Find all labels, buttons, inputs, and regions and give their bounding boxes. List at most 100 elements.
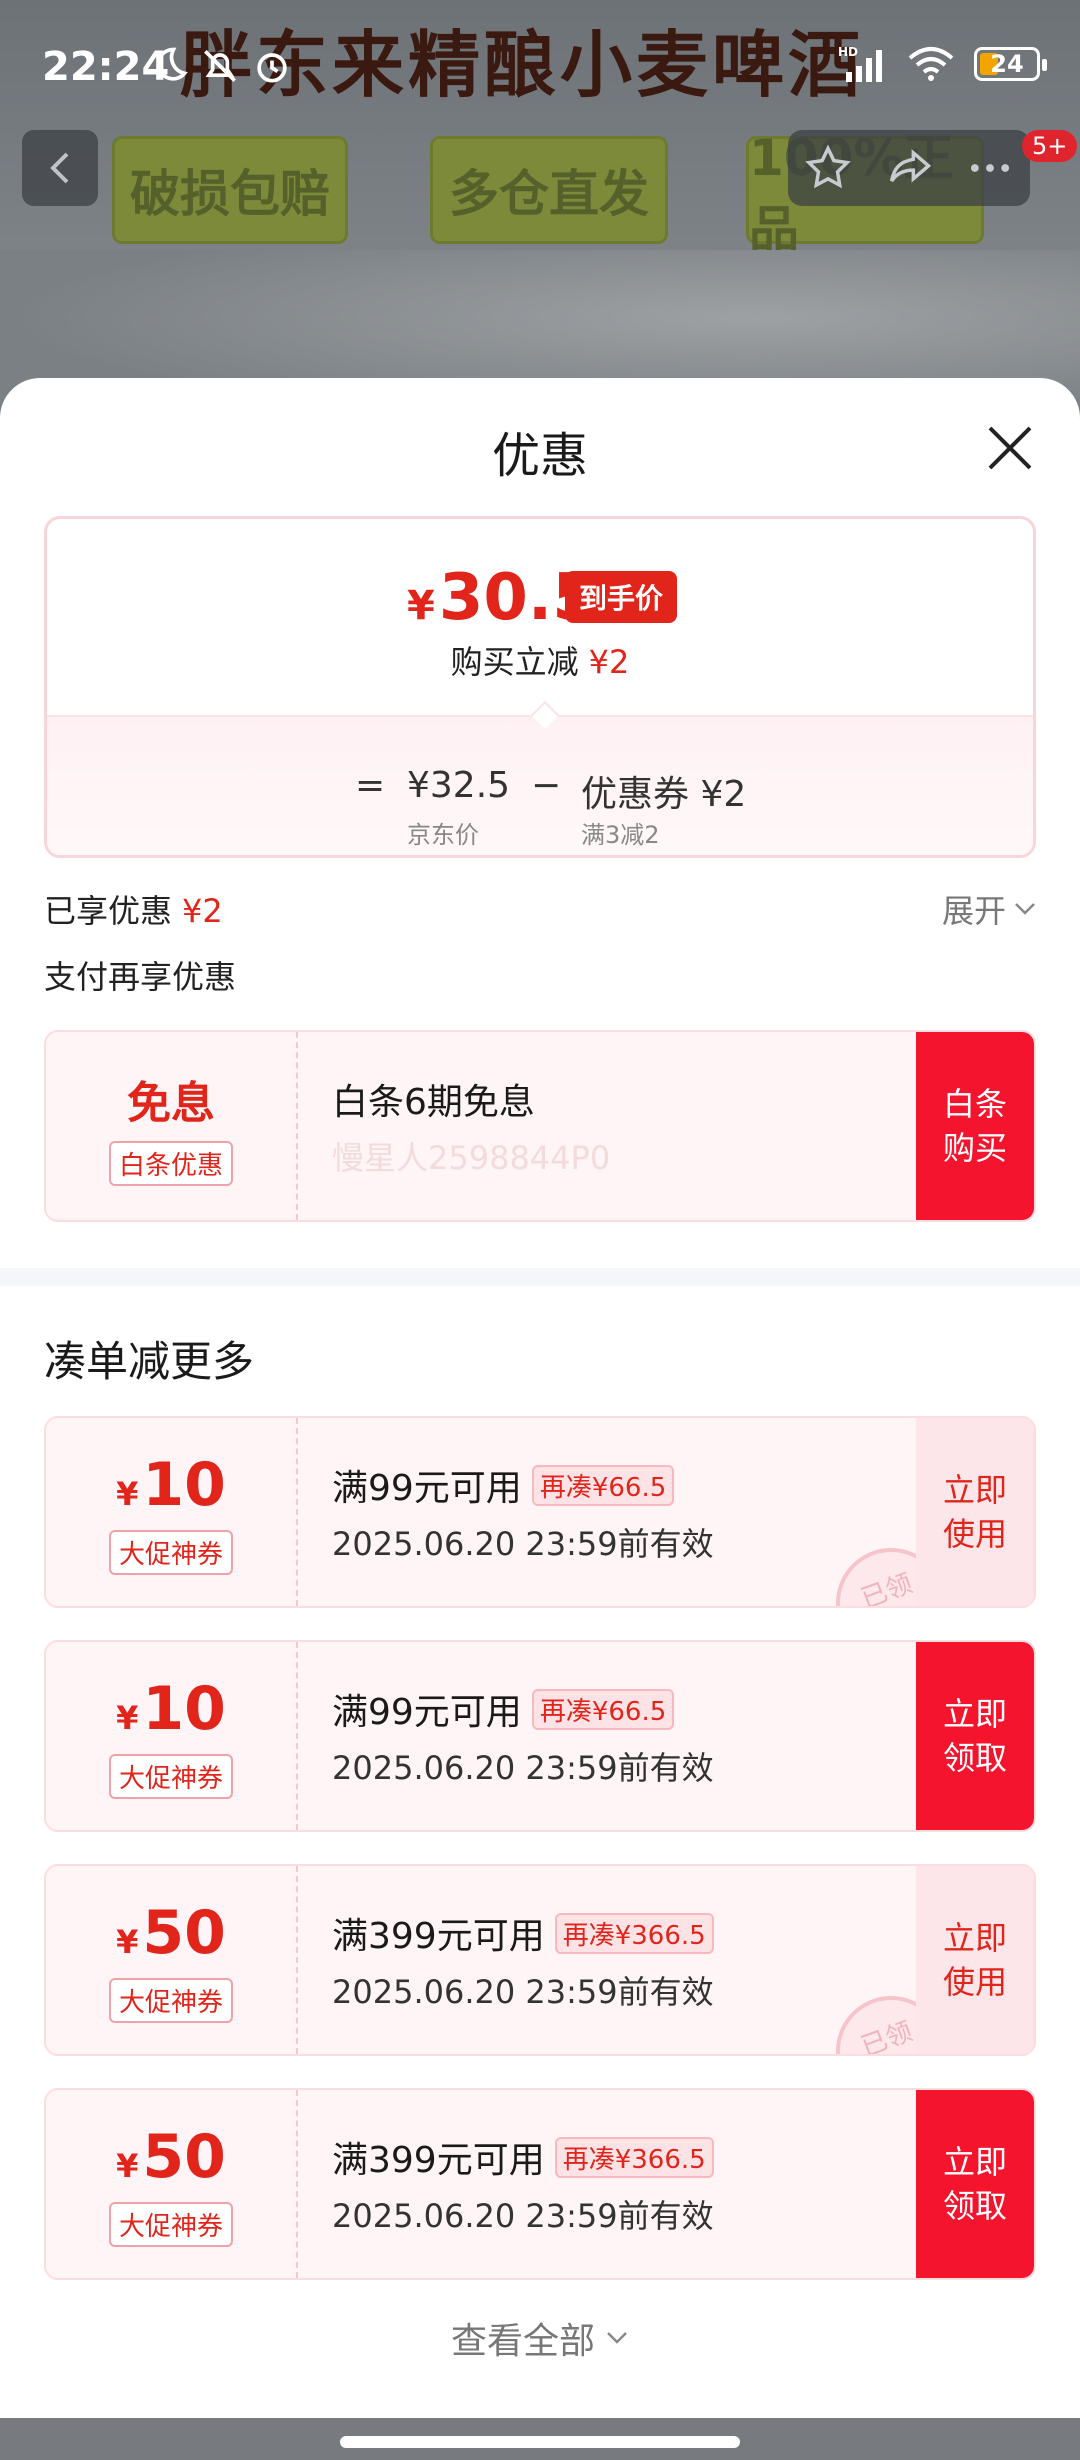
coupon-currency: ¥ [116, 1922, 139, 1961]
alarm-icon [257, 53, 287, 83]
close-icon[interactable] [980, 418, 1040, 478]
coupon-card: ¥10 大促神券 满99元可用 再凑¥66.5 2025.06.20 23:59前… [44, 1416, 1036, 1608]
chevron-down-icon [1015, 903, 1035, 915]
coupon-value: ¥50 大促神券 [46, 2090, 296, 2278]
sheet-title: 优惠 [491, 428, 588, 484]
minus-sign: − [531, 765, 562, 806]
coupon-validity: 2025.06.20 23:59前有效 [332, 1973, 714, 2011]
cart-count-badge: 5+ [1022, 130, 1078, 162]
coupon-info: 满99元可用 再凑¥66.5 2025.06.20 23:59前有效 [332, 1642, 714, 1830]
coupon-rule: 满399元可用 [332, 2140, 545, 2181]
mute-icon [204, 50, 236, 82]
coupon-info: 满99元可用 再凑¥66.5 2025.06.20 23:59前有效 [332, 1418, 714, 1606]
coupon-gap: 再凑¥366.5 [554, 1912, 714, 1954]
coupon-amount-value: 50 [142, 1897, 226, 1968]
baitiao-desc: 白条6期免息 [332, 1082, 535, 1123]
section-divider [0, 1268, 1080, 1286]
expand-label: 展开 [941, 892, 1006, 930]
coupon-currency: ¥ [116, 1698, 139, 1737]
coupon-separator [296, 1866, 298, 2054]
coupon-separator [296, 1642, 298, 1830]
badge-multi-warehouse: 多仓直发 [430, 136, 668, 244]
wifi-icon [908, 47, 954, 81]
enjoyed-discount: 已享优惠 ¥2 [44, 886, 223, 932]
top-actions [788, 130, 1030, 206]
use-now-button[interactable]: 立即 使用 [916, 1866, 1034, 2054]
hd-signal-icon: HD [838, 45, 882, 82]
coupon-separator [296, 1418, 298, 1606]
coupon-gap: 再凑¥66.5 [531, 1688, 675, 1730]
coupon-rule: 满99元可用 [332, 1468, 522, 1509]
next-section-title: 已领卡劵 [44, 2408, 196, 2418]
watermark-text: 慢星人2598844P0 [332, 1139, 611, 1177]
coupon-info: 满399元可用 再凑¥366.5 2025.06.20 23:59前有效 [332, 1866, 714, 2054]
coupon-deduction: 优惠券 ¥2 [581, 774, 747, 815]
coupon-chip: 大促神券 [108, 1977, 233, 2023]
more-icon[interactable] [964, 142, 1016, 194]
chevron-down-icon [607, 2332, 627, 2344]
section-title: 凑单减更多 [44, 1337, 255, 1386]
buy-reduce-amount: ¥2 [588, 643, 630, 681]
enjoyed-amount: ¥2 [182, 892, 223, 930]
coupon-validity: 2025.06.20 23:59前有效 [332, 1749, 714, 1787]
coupon-rule: 满3减2 [581, 821, 660, 849]
coupon-amount-value: 10 [142, 1673, 226, 1744]
baitiao-title: 免息 [127, 1077, 215, 1129]
coupon-value: ¥10 大促神券 [46, 1642, 296, 1830]
final-price-tag: 到手价 [565, 571, 678, 623]
buy-reduce: 购买立减 ¥2 [47, 637, 1033, 683]
chevron-left-icon [50, 152, 69, 184]
use-now-button[interactable]: 立即 使用 [916, 1418, 1034, 1606]
coupon-value: ¥10 大促神券 [46, 1418, 296, 1606]
final-price-currency: ¥ [407, 583, 435, 629]
baitiao-chip: 白条优惠 [108, 1140, 233, 1186]
coupon-amount: ¥10 [116, 1674, 226, 1744]
baitiao-card: 免息 白条优惠 白条6期免息 慢星人2598844P0 白条 购买 [44, 1030, 1036, 1222]
coupon-validity: 2025.06.20 23:59前有效 [332, 2197, 714, 2235]
pay-more-label: 支付再享优惠 [44, 958, 237, 996]
buy-reduce-label: 购买立减 [450, 643, 579, 681]
coupon-amount: ¥10 [116, 1450, 226, 1520]
coupon-gap: 再凑¥366.5 [554, 2136, 714, 2178]
final-price-area: ¥ 30.5 到手价 购买立减 ¥2 [47, 519, 1033, 715]
claim-now-button[interactable]: 立即 领取 [916, 1642, 1034, 1830]
baitiao-left: 免息 白条优惠 [46, 1032, 296, 1220]
coupon-rule: 满399元可用 [332, 1916, 545, 1957]
coupon-gap: 再凑¥66.5 [531, 1464, 675, 1506]
coupon-rule: 满99元可用 [332, 1692, 522, 1733]
coupon-info: 满399元可用 再凑¥366.5 2025.06.20 23:59前有效 [332, 2090, 714, 2278]
status-bar: 22:24 HD 24 [0, 0, 1080, 140]
coupon-validity: 2025.06.20 23:59前有效 [332, 1525, 714, 1563]
coupon-card: ¥10 大促神券 满99元可用 再凑¥66.5 2025.06.20 23:59前… [44, 1640, 1036, 1832]
baitiao-separator [296, 1032, 298, 1220]
coupon-currency: ¥ [116, 1474, 139, 1513]
share-icon[interactable] [883, 142, 935, 194]
coupon-chip: 大促神券 [108, 2201, 233, 2247]
coupon-separator [296, 2090, 298, 2278]
view-all-button[interactable]: 查看全部 [0, 2312, 1080, 2364]
battery-icon: 24 [974, 47, 1047, 81]
coupon-amount: ¥50 [116, 2122, 226, 2192]
baitiao-buy-button[interactable]: 白条 购买 [916, 1032, 1034, 1220]
svg-text:HD: HD [838, 45, 858, 59]
claim-now-button[interactable]: 立即 领取 [916, 2090, 1034, 2278]
back-button[interactable] [22, 130, 98, 206]
baitiao-info: 白条6期免息 慢星人2598844P0 [332, 1032, 610, 1220]
coupon-chip: 大促神券 [108, 1753, 233, 1799]
coupon-amount: ¥50 [116, 1898, 226, 1968]
coupon-chip: 大促神券 [108, 1529, 233, 1575]
expand-button[interactable]: 展开 [942, 886, 1036, 932]
battery-level: 24 [990, 50, 1024, 78]
moon-icon [156, 47, 188, 81]
view-all-label: 查看全部 [450, 2321, 595, 2362]
coupon-card: ¥50 大促神券 满399元可用 再凑¥366.5 2025.06.20 23:5… [44, 1864, 1036, 2056]
favorite-star-icon[interactable] [802, 142, 854, 194]
badge-damage-compensation: 破损包赔 [112, 136, 348, 244]
jd-price: ¥32.5 [407, 765, 511, 806]
coupon-currency: ¥ [116, 2146, 139, 2185]
home-indicator[interactable] [340, 2436, 740, 2448]
coupon-value: ¥50 大促神券 [46, 1866, 296, 2054]
price-breakdown-card: ¥ 30.5 到手价 购买立减 ¥2 = ¥32.5 京东价 − 优惠券 ¥2 满… [44, 516, 1036, 858]
coupon-card: ¥50 大促神券 满399元可用 再凑¥366.5 2025.06.20 23:5… [44, 2088, 1036, 2280]
coupon-amount-value: 50 [142, 2121, 226, 2192]
